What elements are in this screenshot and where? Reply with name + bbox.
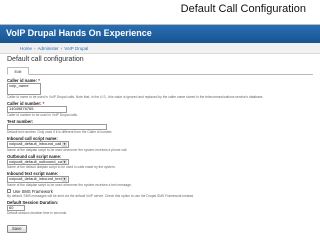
caller-number-description: Caller id number to be used in VoIP Drup…: [7, 112, 78, 117]
outbound-call-script-field: Outbound call script name: voipcall_defa…: [7, 153, 313, 169]
outbound-call-script-label: Outbound call script name:: [7, 153, 62, 159]
inbound-call-script-description: Name of the dialplan script to be used w…: [7, 147, 128, 152]
slide-title: Default Call Configuration: [180, 3, 306, 15]
use-sms-checkbox[interactable]: [7, 189, 11, 193]
inbound-call-script-value: voipcall_default_inbound_call_script: [9, 142, 62, 146]
inbound-text-script-value: voipcall_default_inbound_text_script: [9, 177, 62, 181]
inbound-text-script-label: Inbound text script name:: [7, 171, 59, 176]
site-name[interactable]: VoIP Drupal Hands On Experience: [0, 25, 320, 43]
caller-name-label: Caller id name: *: [7, 78, 40, 83]
test-number-field: Test number: Default test number. Only u…: [7, 119, 313, 134]
caller-number-field: Caller id number: * 14049876765 Caller i…: [7, 101, 313, 117]
breadcrumb: Home › Administer › VoIP Drupal: [0, 43, 320, 54]
inbound-call-script-field: Inbound call script name: voipcall_defau…: [7, 136, 313, 152]
outbound-call-script-description: Name of the default dialplan script to b…: [7, 165, 116, 169]
tab-strip: Edit: [7, 67, 313, 75]
chevron-down-icon: ▼: [62, 177, 67, 182]
site-body: Home › Administer › VoIP Drupal Default call…: [0, 43, 320, 240]
test-number-description: Default test number. Only used if it is …: [7, 130, 113, 134]
caller-name-description: Caller id name to be used in VoIP Drupal…: [7, 95, 264, 99]
inbound-call-script-label: Inbound call script name:: [7, 136, 58, 141]
breadcrumb-administer[interactable]: Administer: [38, 46, 59, 51]
chevron-down-icon: ▼: [62, 142, 67, 147]
session-duration-description: Default session duration time in seconds…: [7, 211, 68, 215]
session-duration-label: Default Session Duration:: [7, 199, 59, 205]
caller-name-field: Caller id name: * voip_name Caller id na…: [7, 78, 313, 99]
inbound-text-script-field: Inbound text script name: voipcall_defau…: [7, 171, 313, 187]
use-sms-description: By default, SMS messages will be sent vi…: [7, 193, 195, 198]
tab-edit[interactable]: Edit: [7, 67, 29, 75]
use-sms-label[interactable]: Use SMS Framework: [13, 189, 53, 194]
main-content: Default call configuration Edit Caller i…: [7, 56, 313, 240]
save-button[interactable]: Save: [7, 225, 27, 233]
chevron-down-icon: ▼: [62, 159, 67, 164]
caller-name-input[interactable]: voip_name: [7, 83, 41, 95]
session-duration-field: Default Session Duration: 60 Default ses…: [7, 199, 313, 215]
browser-window: VoIP Drupal Hands On Experience Home › Adm…: [0, 24, 320, 240]
breadcrumb-voip-drupal[interactable]: VoIP Drupal: [64, 46, 88, 51]
inbound-text-script-description: Name of the dialplan script to be used w…: [7, 182, 132, 187]
breadcrumb-home[interactable]: Home: [20, 46, 32, 51]
page-title: Default call configuration: [7, 56, 84, 63]
outbound-call-script-value: voipcall_default_outbound_call_script: [9, 159, 62, 164]
use-sms-field: Use SMS Framework By default, SMS messag…: [7, 189, 313, 198]
